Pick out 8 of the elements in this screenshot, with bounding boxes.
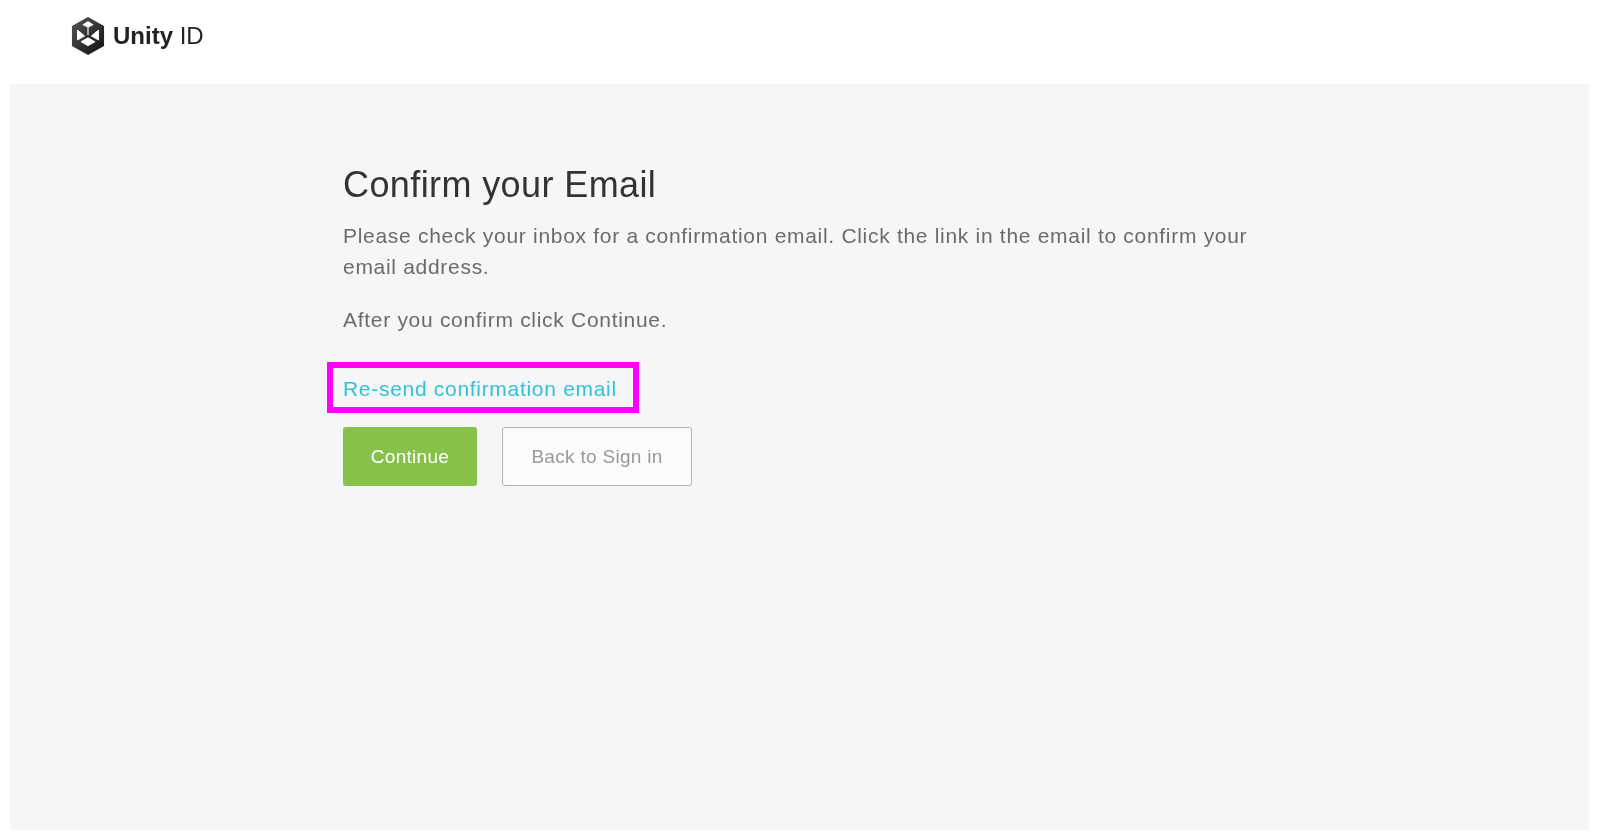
instruction-text: After you confirm click Continue. [343,307,669,333]
logo-text: Unity ID [113,21,204,51]
cube-logo-icon [71,17,105,55]
continue-button[interactable]: Continue [343,427,477,486]
instruction-text: Please check your inbox for a confirmation email. Click the link in the email to confirm your email address. [343,223,1249,280]
page-title: Confirm your Email [343,163,658,207]
back-button[interactable]: Back to Sign in [502,427,692,486]
resend-link[interactable]: Re-send confirmation email [343,374,617,403]
